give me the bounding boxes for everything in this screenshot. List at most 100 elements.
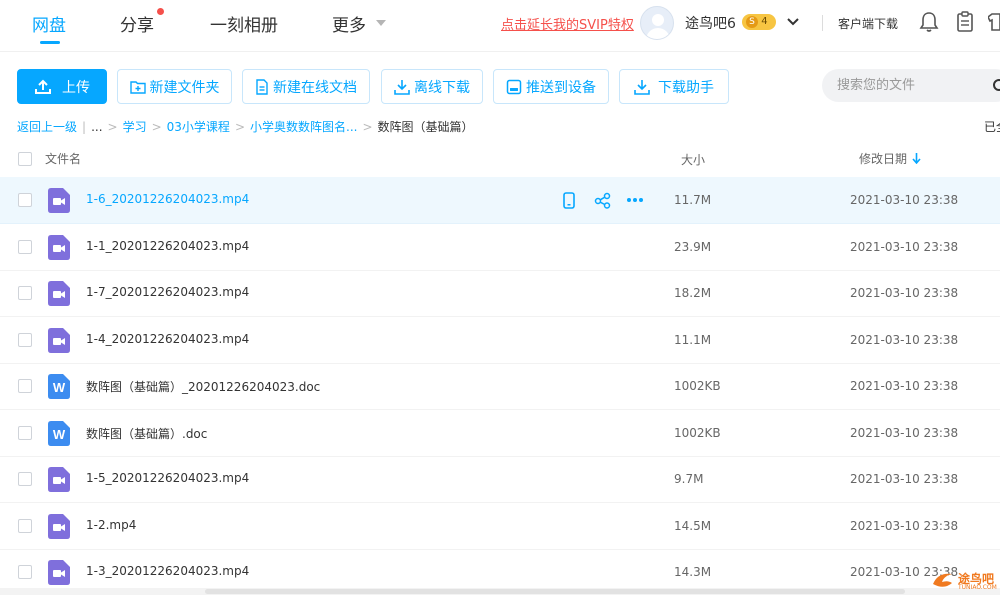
new-online-doc-button[interactable]: 新建在线文档 <box>242 69 370 104</box>
file-size: 9.7M <box>674 472 704 486</box>
client-download-link[interactable]: 客户端下载 <box>838 15 898 32</box>
search-icon[interactable] <box>992 78 1000 98</box>
phone-icon[interactable] <box>560 191 578 209</box>
file-row[interactable]: W 数阵图（基础篇）.doc 1002KB 2021-03-10 23:38 <box>0 410 1000 457</box>
file-name[interactable]: 1-6_20201226204023.mp4 <box>86 192 249 206</box>
video-file-icon <box>48 188 70 213</box>
download-helper-label: 下载助手 <box>658 79 714 96</box>
file-name[interactable]: 数阵图（基础篇）.doc <box>86 425 207 442</box>
back-link[interactable]: 返回上一级 <box>17 120 77 134</box>
tshirt-icon[interactable] <box>986 11 1000 37</box>
search-box <box>822 69 1000 102</box>
avatar[interactable] <box>640 6 674 40</box>
push-to-device-button[interactable]: 推送到设备 <box>493 69 609 104</box>
select-all-checkbox[interactable] <box>18 152 32 166</box>
more-options-icon[interactable] <box>626 191 644 209</box>
breadcrumb-item[interactable]: 小学奥数数阵图名... <box>250 120 357 134</box>
file-row[interactable]: 1-1_20201226204023.mp4 23.9M 2021-03-10 23… <box>0 224 1000 271</box>
file-modified-date: 2021-03-10 23:38 <box>850 193 959 207</box>
file-row[interactable]: 1-6_20201226204023.mp4 11.7M 2021-03-10 23… <box>0 177 1000 224</box>
more-dropdown-icon[interactable] <box>376 20 386 26</box>
file-name[interactable]: 1-3_20201226204023.mp4 <box>86 564 249 578</box>
breadcrumb-current: 数阵图（基础篇） <box>377 120 474 134</box>
tab-share[interactable]: 分享 <box>120 11 154 36</box>
svip-renew-link[interactable]: 点击延长我的SVIP特权 <box>501 14 634 33</box>
file-row[interactable]: 1-2.mp4 14.5M 2021-03-10 23:38 <box>0 503 1000 550</box>
video-file-icon <box>48 235 70 260</box>
file-row[interactable]: 1-5_20201226204023.mp4 9.7M 2021-03-10 23:… <box>0 456 1000 503</box>
active-tab-indicator <box>40 41 60 44</box>
file-size: 14.3M <box>674 565 712 579</box>
file-name[interactable]: 1-2.mp4 <box>86 518 136 532</box>
row-actions <box>560 191 659 209</box>
file-name[interactable]: 1-4_20201226204023.mp4 <box>86 332 249 346</box>
row-checkbox[interactable] <box>18 565 32 579</box>
file-name[interactable]: 数阵图（基础篇）_20201226204023.doc <box>86 378 320 395</box>
file-size: 11.1M <box>674 333 712 347</box>
row-checkbox[interactable] <box>18 426 32 440</box>
breadcrumb-item[interactable]: 03小学课程 <box>167 120 230 134</box>
video-file-icon <box>48 467 70 492</box>
file-name[interactable]: 1-7_20201226204023.mp4 <box>86 285 249 299</box>
chevron-down-icon[interactable] <box>786 12 800 36</box>
row-checkbox[interactable] <box>18 519 32 533</box>
vip-level: 4 <box>761 16 768 27</box>
tab-netdisk[interactable]: 网盘 <box>32 11 66 36</box>
column-modified[interactable]: 修改日期 <box>859 150 921 167</box>
file-row[interactable]: 1-4_20201226204023.mp4 11.1M 2021-03-10 23… <box>0 317 1000 364</box>
search-input[interactable] <box>837 69 987 102</box>
offline-download-label: 离线下载 <box>414 79 470 96</box>
row-checkbox[interactable] <box>18 333 32 347</box>
file-size: 1002KB <box>674 379 721 393</box>
file-modified-date: 2021-03-10 23:38 <box>850 379 959 393</box>
document-icon <box>256 78 268 95</box>
coin-icon: S <box>746 16 758 28</box>
file-name[interactable]: 1-5_20201226204023.mp4 <box>86 471 249 485</box>
word-icon-letter: W <box>53 380 66 395</box>
video-file-icon <box>48 281 70 306</box>
file-row[interactable]: W 数阵图（基础篇）_20201226204023.doc 1002KB 2021-0… <box>0 363 1000 410</box>
breadcrumb-item[interactable]: 学习 <box>123 120 147 134</box>
new-folder-label: 新建文件夹 <box>149 79 220 96</box>
tab-yike-album[interactable]: 一刻相册 <box>210 11 278 36</box>
new-folder-button[interactable]: 新建文件夹 <box>117 69 232 104</box>
file-modified-date: 2021-03-10 23:38 <box>850 426 959 440</box>
sort-desc-icon[interactable] <box>912 152 921 167</box>
row-checkbox[interactable] <box>18 472 32 486</box>
file-modified-date: 2021-03-10 23:38 <box>850 519 959 533</box>
row-checkbox[interactable] <box>18 240 32 254</box>
column-name[interactable]: 文件名 <box>45 150 81 167</box>
tab-more[interactable]: 更多 <box>332 11 366 36</box>
upload-button[interactable]: 上传 <box>17 69 107 104</box>
breadcrumb: 返回上一级 |... > 学习 >03小学课程 > 小学奥数数阵图名... > 数阵图（基础篇） <box>17 120 474 134</box>
vip-level-badge: S 4 <box>742 14 776 30</box>
video-file-icon <box>48 560 70 585</box>
upload-icon <box>35 79 51 94</box>
watermark-logo: 途鸟吧 TUNIAO.COM <box>928 568 1000 594</box>
username[interactable]: 途鸟吧6 <box>685 13 736 33</box>
file-name[interactable]: 1-1_20201226204023.mp4 <box>86 239 249 253</box>
watermark-subtext: TUNIAO.COM <box>958 584 997 591</box>
column-size[interactable]: 大小 <box>681 151 705 168</box>
row-checkbox[interactable] <box>18 193 32 207</box>
row-checkbox[interactable] <box>18 286 32 300</box>
download-helper-button[interactable]: 下载助手 <box>619 69 729 104</box>
column-modified-label: 修改日期 <box>859 152 908 166</box>
clipboard-icon[interactable] <box>956 11 974 37</box>
file-row[interactable]: 1-7_20201226204023.mp4 18.2M 2021-03-10 23… <box>0 270 1000 317</box>
file-size: 23.9M <box>674 240 712 254</box>
row-checkbox[interactable] <box>18 379 32 393</box>
video-file-icon <box>48 328 70 353</box>
loaded-status-text: 已全 <box>984 120 1000 134</box>
new-online-doc-label: 新建在线文档 <box>273 79 357 96</box>
breadcrumb-ellipsis[interactable]: ... <box>91 120 102 134</box>
top-navbar: 网盘 分享 一刻相册 更多 点击延长我的SVIP特权 途鸟吧6 S 4 客户端下… <box>0 0 1000 52</box>
file-size: 11.7M <box>674 193 712 207</box>
scrollbar-thumb[interactable] <box>205 589 905 594</box>
horizontal-scrollbar[interactable] <box>0 588 1000 595</box>
share-icon[interactable] <box>593 191 611 209</box>
download-icon <box>634 79 650 95</box>
offline-download-button[interactable]: 离线下载 <box>381 69 483 104</box>
notification-dot <box>157 8 164 15</box>
bell-icon[interactable] <box>919 11 939 37</box>
